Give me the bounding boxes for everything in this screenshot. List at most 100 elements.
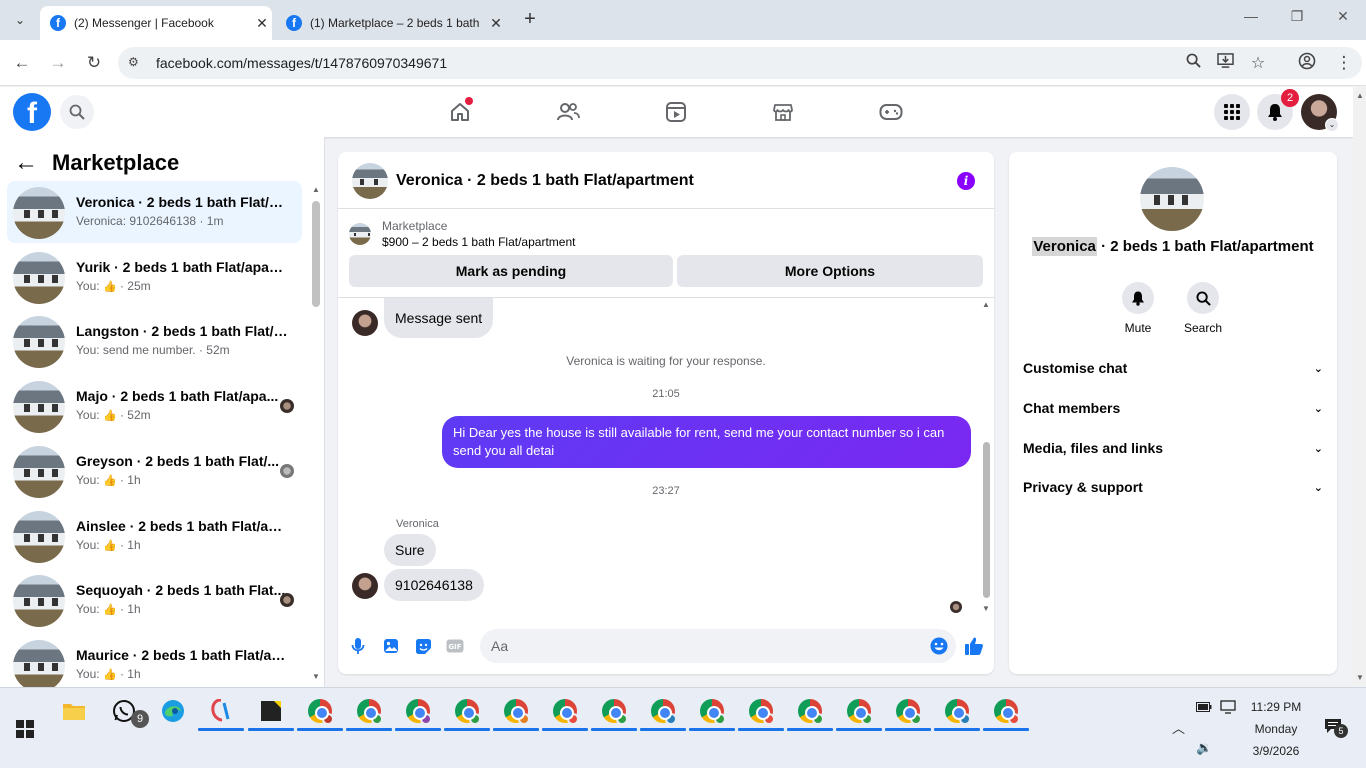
section-label: Privacy & support xyxy=(1023,479,1143,495)
microphone-icon[interactable] xyxy=(348,636,368,656)
scroll-down-icon[interactable]: ▼ xyxy=(1356,673,1364,682)
video-icon[interactable] xyxy=(661,97,691,127)
sticky-notes-icon[interactable] xyxy=(256,696,286,726)
reload-icon[interactable]: ↻ xyxy=(83,52,105,74)
scroll-down-icon[interactable]: ▼ xyxy=(982,604,990,613)
gif-icon[interactable]: GIF xyxy=(445,636,465,656)
listing-thumbnail[interactable] xyxy=(352,163,388,199)
chrome-window-icon[interactable] xyxy=(354,696,384,726)
tab-search-chevron-icon[interactable]: ⌄ xyxy=(8,8,32,32)
notification-center-icon[interactable]: 5 xyxy=(1324,718,1348,738)
chat-list-item-sequoyah[interactable]: Sequoyah · 2 beds 1 bath Flat... You: 👍 … xyxy=(7,569,302,631)
mark-as-pending-button[interactable]: Mark as pending xyxy=(349,255,673,287)
chrome-window-icon[interactable] xyxy=(305,696,335,726)
sticker-icon[interactable] xyxy=(413,636,433,656)
tab-messenger[interactable]: f (2) Messenger | Facebook ✕ xyxy=(40,6,272,40)
chrome-window-icon[interactable] xyxy=(991,696,1021,726)
chrome-window-icon[interactable] xyxy=(942,696,972,726)
whatsapp-icon[interactable]: 9 xyxy=(109,696,149,728)
back-arrow-icon[interactable]: ← xyxy=(11,52,33,74)
close-icon[interactable]: ✕ xyxy=(252,15,272,32)
listing-thumbnail xyxy=(13,381,65,433)
edge-icon[interactable] xyxy=(158,696,188,726)
account-avatar[interactable]: ⌄ xyxy=(1301,94,1339,132)
site-info-icon[interactable]: ⚙ xyxy=(128,55,139,69)
show-hidden-icons-chevron-icon[interactable]: ︿ xyxy=(1172,718,1185,737)
emoji-icon[interactable] xyxy=(929,636,949,656)
chrome-window-icon[interactable] xyxy=(746,696,776,726)
section-customise-chat[interactable]: Customise chat ⌄ xyxy=(1023,356,1323,380)
search-in-conversation-button[interactable]: Search xyxy=(1173,282,1233,335)
more-options-button[interactable]: More Options xyxy=(677,255,983,287)
chat-list-item-yurik[interactable]: Yurik · 2 beds 1 bath Flat/apart... You:… xyxy=(7,246,302,308)
forward-arrow-icon[interactable]: → xyxy=(47,52,69,74)
active-app-indicator xyxy=(395,728,441,731)
scroll-down-icon[interactable]: ▼ xyxy=(312,672,320,681)
address-bar[interactable]: ⚙ facebook.com/messages/t/14787609703496… xyxy=(118,47,1362,79)
section-media-files-links[interactable]: Media, files and links ⌄ xyxy=(1023,436,1323,460)
notifications-bell-icon[interactable]: 2 xyxy=(1257,89,1299,130)
chrome-window-icon[interactable] xyxy=(844,696,874,726)
conversation-title[interactable]: Veronica · 2 beds 1 bath Flat/apartment xyxy=(396,172,694,190)
browser-menu-icon[interactable]: ⋮ xyxy=(1333,52,1355,74)
minimize-icon[interactable]: — xyxy=(1236,8,1266,32)
photo-icon[interactable] xyxy=(381,636,401,656)
tab-marketplace[interactable]: f (1) Marketplace – 2 beds 1 bath ✕ xyxy=(276,6,506,40)
install-app-icon[interactable] xyxy=(1215,53,1235,73)
section-privacy-support[interactable]: Privacy & support ⌄ xyxy=(1023,475,1323,499)
chrome-window-icon[interactable] xyxy=(599,696,629,726)
gaming-icon[interactable] xyxy=(876,97,906,127)
windows-start-icon[interactable] xyxy=(16,720,34,738)
section-chat-members[interactable]: Chat members ⌄ xyxy=(1023,396,1323,420)
home-icon[interactable] xyxy=(445,97,475,127)
clock-day[interactable]: Monday xyxy=(1236,722,1316,736)
chat-list-item-ainslee[interactable]: Ainslee · 2 beds 1 bath Flat/apa... You:… xyxy=(7,505,302,567)
chrome-window-icon[interactable] xyxy=(501,696,531,726)
chat-list-item-greyson[interactable]: Greyson · 2 beds 1 bath Flat/... You: 👍 … xyxy=(7,440,302,502)
zoom-icon[interactable] xyxy=(1183,53,1203,73)
chrome-logo-icon xyxy=(553,699,579,725)
chat-list-item-langston[interactable]: Langston · 2 beds 1 bath Flat/a... You: … xyxy=(7,310,302,372)
new-tab-plus-icon[interactable]: + xyxy=(520,9,540,30)
message-input[interactable]: Aa xyxy=(480,629,956,663)
page-scrollbar[interactable]: ▲ ▼ xyxy=(1353,87,1366,687)
scroll-up-icon[interactable]: ▲ xyxy=(982,300,990,309)
chrome-window-icon[interactable] xyxy=(893,696,923,726)
search-icon[interactable] xyxy=(60,95,94,129)
mute-button[interactable]: Mute xyxy=(1108,282,1168,335)
clock-time[interactable]: 11:29 PM xyxy=(1236,700,1316,714)
chrome-window-icon[interactable] xyxy=(403,696,433,726)
friends-icon[interactable] xyxy=(553,97,583,127)
scroll-up-icon[interactable]: ▲ xyxy=(1356,91,1364,100)
chrome-window-icon[interactable] xyxy=(795,696,825,726)
volume-icon[interactable]: 🔉 xyxy=(1196,740,1212,756)
network-icon[interactable] xyxy=(1220,700,1236,717)
facebook-favicon-icon: f xyxy=(50,15,66,31)
chat-list-item-majo[interactable]: Majo · 2 beds 1 bath Flat/apa... You: 👍 … xyxy=(7,375,302,437)
paint-icon[interactable] xyxy=(206,696,236,726)
info-icon[interactable]: i xyxy=(957,172,975,190)
window-close-icon[interactable]: ✕ xyxy=(1328,8,1358,32)
chrome-window-icon[interactable] xyxy=(550,696,580,726)
listing-price-title[interactable]: $900 – 2 beds 1 bath Flat/apartment xyxy=(382,235,575,249)
marketplace-icon[interactable] xyxy=(768,97,798,127)
chat-list-scrollbar[interactable] xyxy=(312,201,320,307)
facebook-logo-icon[interactable]: f xyxy=(13,93,51,131)
close-icon[interactable]: ✕ xyxy=(486,15,506,32)
clock-date[interactable]: 3/9/2026 xyxy=(1236,744,1316,758)
scroll-up-icon[interactable]: ▲ xyxy=(312,185,320,194)
chrome-window-icon[interactable] xyxy=(648,696,678,726)
battery-icon[interactable] xyxy=(1196,700,1212,715)
chrome-window-icon[interactable] xyxy=(452,696,482,726)
menu-grid-icon[interactable] xyxy=(1214,94,1250,130)
profile-icon[interactable] xyxy=(1296,52,1318,74)
chrome-window-icon[interactable] xyxy=(697,696,727,726)
chat-list-item-veronica[interactable]: Veronica · 2 beds 1 bath Flat/ap... Vero… xyxy=(7,181,302,243)
back-arrow-icon[interactable]: ← xyxy=(14,149,38,177)
bookmark-star-icon[interactable]: ☆ xyxy=(1248,53,1268,73)
restore-icon[interactable]: ❐ xyxy=(1282,8,1312,32)
message-scrollbar[interactable] xyxy=(983,442,990,598)
chat-list-item-maurice[interactable]: Maurice · 2 beds 1 bath Flat/ap... You: … xyxy=(7,634,302,687)
like-thumbs-up-icon[interactable] xyxy=(964,636,984,656)
file-explorer-icon[interactable] xyxy=(59,696,89,726)
